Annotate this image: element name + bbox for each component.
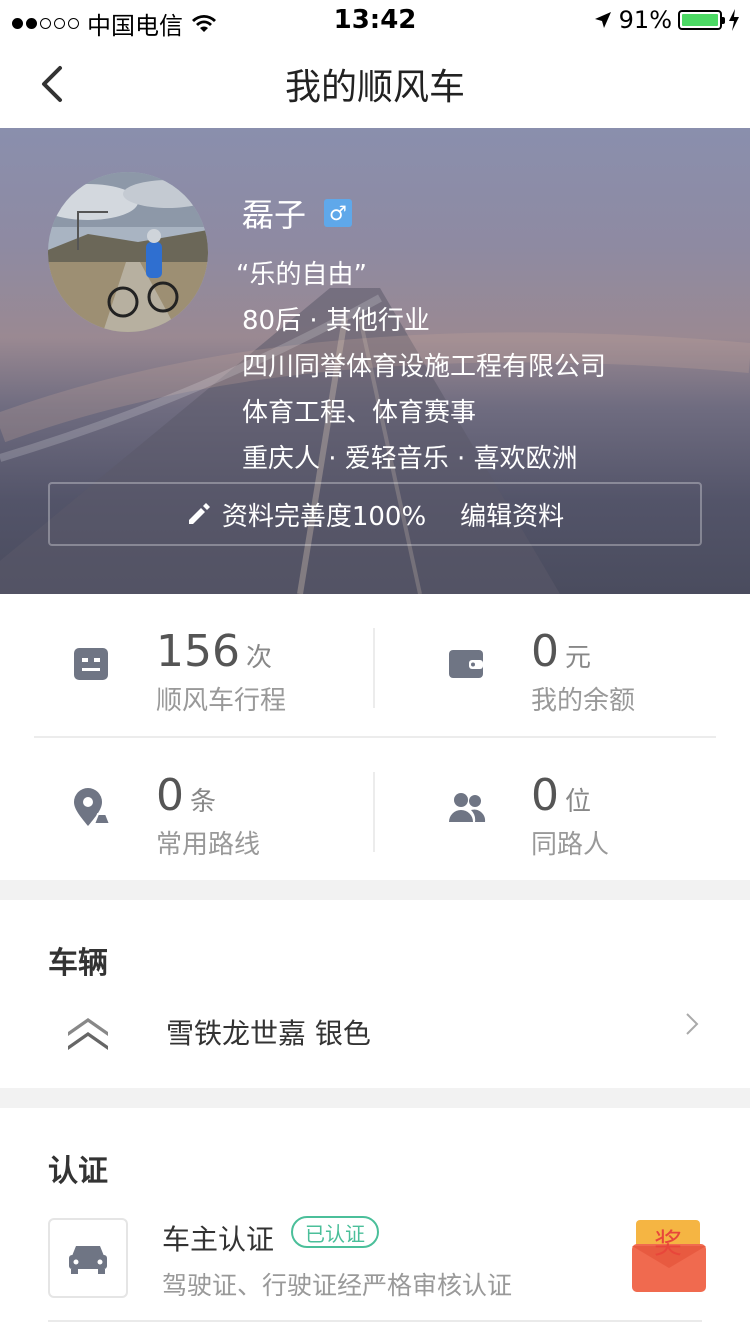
profile-line-hobbies: 重庆人 · 爱轻音乐 · 喜欢欧洲 bbox=[242, 444, 578, 474]
people-icon bbox=[449, 793, 486, 822]
section-title: 认证 bbox=[48, 1154, 108, 1189]
car-icon bbox=[69, 1246, 107, 1274]
location-arrow-icon bbox=[594, 12, 611, 28]
stat-routes[interactable]: 0条 常用路线 bbox=[36, 768, 376, 878]
profile-header: 磊子 ♂ “乐的自由” 80后 · 其他行业 四川同誉体育设施工程有限公司 体育… bbox=[0, 128, 750, 594]
reward-label: 奖 bbox=[654, 1227, 683, 1260]
divider bbox=[34, 736, 716, 738]
male-gender-icon: ♂ bbox=[324, 199, 353, 227]
profile-info: 磊子 ♂ “乐的自由” 80后 · 其他行业 四川同誉体育设施工程有限公司 体育… bbox=[236, 190, 607, 475]
avatar[interactable] bbox=[48, 172, 208, 332]
car-icon-box bbox=[48, 1218, 128, 1298]
wallet-icon bbox=[449, 650, 483, 678]
edit-profile-label: 编辑资料 bbox=[460, 501, 565, 532]
reward-red-packet[interactable]: 奖 bbox=[632, 1220, 706, 1292]
stat-label: 顺风车行程 bbox=[156, 686, 287, 716]
stat-label: 同路人 bbox=[531, 830, 610, 860]
edit-profile-button[interactable]: 资料完善度100% 编辑资料 bbox=[48, 482, 702, 546]
battery-icon bbox=[678, 10, 725, 30]
stat-value: 0元 bbox=[531, 626, 592, 677]
divider bbox=[373, 628, 375, 708]
chevron-right-icon[interactable] bbox=[684, 1010, 700, 1038]
battery-percent: 91% bbox=[618, 6, 672, 34]
charging-icon bbox=[729, 9, 739, 31]
cert-name: 车主认证 bbox=[162, 1223, 275, 1256]
stat-value: 0条 bbox=[156, 770, 217, 821]
status-right: 91% bbox=[593, 6, 740, 34]
completeness-label: 资料完善度100% bbox=[221, 501, 427, 532]
stats-panel: 156 次 顺风车行程 0元 我的余额 0条 常用路线 0位 同路人 bbox=[0, 594, 750, 880]
calendar-icon bbox=[74, 648, 108, 680]
stat-trips[interactable]: 156 次 顺风车行程 bbox=[36, 624, 376, 734]
location-pin-icon bbox=[74, 788, 112, 826]
divider bbox=[373, 772, 375, 852]
page-title: 我的顺风车 bbox=[284, 67, 465, 108]
nav-bar: 我的顺风车 bbox=[0, 40, 750, 128]
profile-line-occupation: 体育工程、体育赛事 bbox=[242, 398, 477, 428]
stat-value: 0位 bbox=[531, 770, 592, 821]
profile-line-company: 四川同誉体育设施工程有限公司 bbox=[242, 352, 607, 382]
divider bbox=[48, 1320, 702, 1322]
stat-companions[interactable]: 0位 同路人 bbox=[411, 768, 750, 878]
vehicle-section: 车辆 雪铁龙世嘉 银色 bbox=[0, 900, 750, 1088]
user-name: 磊子 bbox=[242, 196, 307, 234]
status-bar: 中国电信 13:42 91% bbox=[0, 0, 750, 40]
section-title: 车辆 bbox=[48, 946, 108, 981]
user-motto: “乐的自由” bbox=[236, 260, 367, 290]
pencil-icon bbox=[188, 503, 210, 524]
citroen-logo-icon bbox=[68, 1018, 108, 1050]
verified-badge: 已认证 bbox=[291, 1216, 379, 1248]
stat-label: 我的余额 bbox=[531, 686, 636, 716]
certification-section: 认证 车主认证 已认证 驾驶证、行驶证经严格审核认证 奖 bbox=[0, 1108, 750, 1334]
stat-label: 常用路线 bbox=[156, 830, 261, 860]
vehicle-name[interactable]: 雪铁龙世嘉 银色 bbox=[166, 1012, 371, 1052]
profile-line-age-industry: 80后 · 其他行业 bbox=[242, 306, 430, 336]
cert-description: 驾驶证、行驶证经严格审核认证 bbox=[162, 1271, 513, 1300]
stat-balance[interactable]: 0元 我的余额 bbox=[411, 624, 750, 734]
stat-value: 156 次 bbox=[156, 626, 272, 677]
